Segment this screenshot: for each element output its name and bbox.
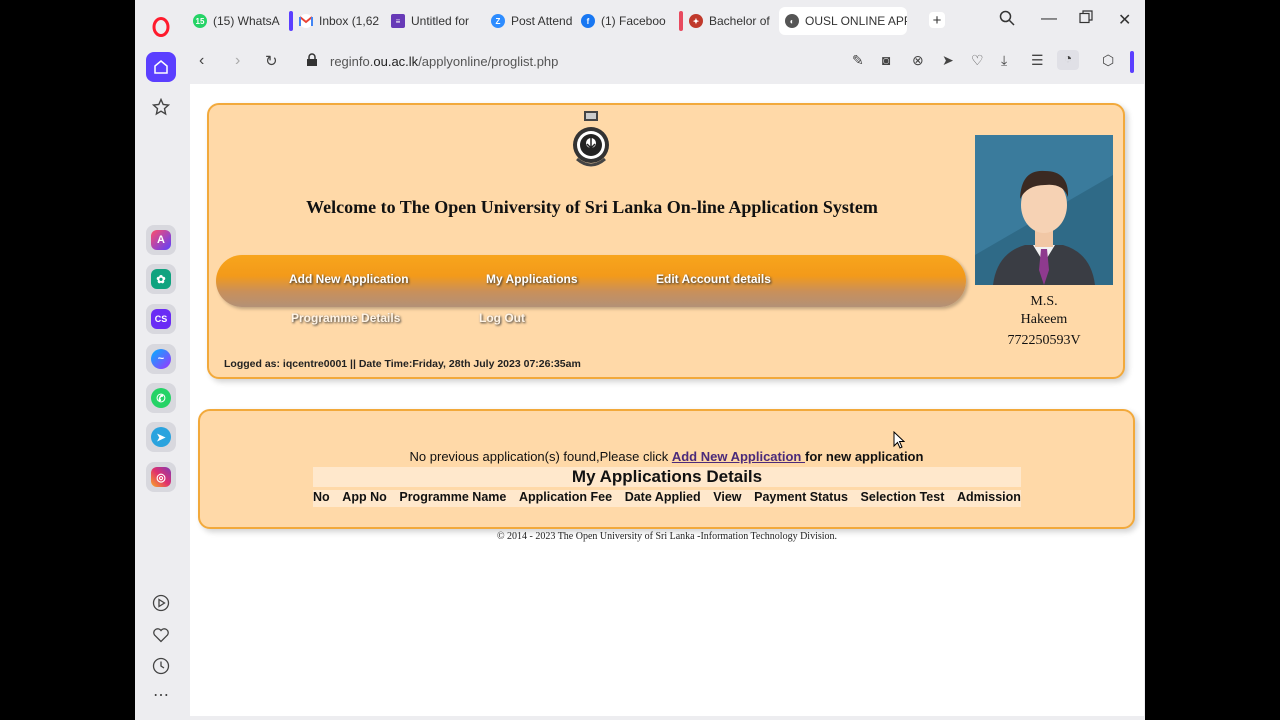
header-panel: Welcome to The Open University of Sri La… <box>207 103 1125 379</box>
university-icon: ✦ <box>689 14 703 28</box>
history-clock-icon[interactable] <box>146 651 176 681</box>
column-header: Date Applied <box>624 490 701 504</box>
tab-ousl-active[interactable]: ◐ OUSL ONLINE APPL <box>779 7 907 35</box>
gmail-icon <box>299 14 313 28</box>
tab-zoom[interactable]: Z Post Attend <box>491 7 573 35</box>
column-header: App No <box>342 490 387 504</box>
tab-label: (1) Faceboo <box>601 14 666 28</box>
tab-strip: 15 (15) WhatsA Inbox (1,62 ≡ Untitled fo… <box>185 0 1145 42</box>
chatsonic-icon[interactable]: CS <box>146 304 176 334</box>
column-header: No <box>313 490 330 504</box>
profile-name-line1: M.S. <box>1030 294 1058 309</box>
page-footer: © 2014 - 2023 The Open University of Sri… <box>496 531 838 542</box>
tab-label: Untitled for <box>411 14 470 28</box>
profile-name-line2: Hakeem <box>1020 312 1068 327</box>
instagram-icon[interactable]: ◎ <box>146 462 176 492</box>
tab-facebook[interactable]: f (1) Faceboo <box>581 7 667 35</box>
browser-window: A ✿ CS ~ ✆ ➤ ◎ ⋯ 15 (15) WhatsA Inbox (1… <box>135 0 1145 720</box>
facebook-icon: f <box>581 14 595 28</box>
url-path: /applyonline/proglist.php <box>418 54 559 69</box>
sidebar-toggle-icon[interactable] <box>1130 51 1134 73</box>
chatgpt-icon[interactable]: ✿ <box>146 264 176 294</box>
tab-gmail[interactable]: Inbox (1,62 <box>289 7 383 35</box>
address-bar: ‹ › ↻ reginfo.ou.ac.lk/applyonline/progl… <box>185 42 1145 82</box>
tab-label: OUSL ONLINE APPL <box>805 14 907 28</box>
web-page: Welcome to The Open University of Sri La… <box>190 84 1144 716</box>
logged-status: Logged as: iqcentre0001 || Date Time:Fri… <box>224 358 581 370</box>
column-header: Application Fee <box>518 490 613 504</box>
forms-icon: ≡ <box>391 14 405 28</box>
adblock-icon[interactable]: ⊗ <box>912 52 924 69</box>
search-tabs-icon[interactable] <box>999 10 1015 31</box>
minimize-icon[interactable]: — <box>1041 10 1057 28</box>
speed-dial-icon[interactable] <box>146 92 176 122</box>
column-header: Payment Status <box>754 490 848 504</box>
column-header: Admission <box>957 490 1021 504</box>
send-icon[interactable]: ➤ <box>942 52 954 69</box>
main-menu-bar: Add New Application My Applications Edit… <box>216 255 966 307</box>
snapshot-camera-icon[interactable]: ◙ <box>882 52 890 68</box>
university-crest-icon <box>573 111 609 167</box>
menu-programme-details[interactable]: Programme Details <box>291 311 400 325</box>
tab-label: (15) WhatsA <box>213 14 280 28</box>
home-icon[interactable] <box>146 52 176 82</box>
tab-group-marker <box>289 11 293 31</box>
mouse-cursor-icon <box>893 431 905 449</box>
menu-edit-account-details[interactable]: Edit Account details <box>656 272 771 286</box>
edit-icon[interactable]: ✎ <box>852 52 864 69</box>
profile-icon[interactable]: ◔ <box>1057 50 1079 70</box>
opera-menu-icon[interactable] <box>146 12 176 42</box>
opera-sidebar: A ✿ CS ~ ✆ ➤ ◎ ⋯ <box>135 0 185 720</box>
url-prefix: reginfo. <box>330 54 374 69</box>
column-header: Selection Test <box>860 490 945 504</box>
profile-name: M.S. Hakeem <box>975 293 1113 329</box>
globe-icon: ◐ <box>785 14 799 28</box>
whatsapp-icon[interactable]: ✆ <box>146 383 176 413</box>
notice-suffix: for new application <box>804 449 924 464</box>
maximize-icon[interactable] <box>1079 10 1093 29</box>
reload-icon[interactable]: ↻ <box>265 52 278 70</box>
download-icon[interactable]: ⤓ <box>1001 52 1007 69</box>
tab-group-marker <box>679 11 683 31</box>
lock-icon <box>306 53 318 72</box>
column-header: Programme Name <box>399 490 507 504</box>
tab-whatsapp[interactable]: 15 (15) WhatsA <box>193 7 281 35</box>
tab-label: Bachelor of <box>709 14 770 28</box>
tab-label: Inbox (1,62 <box>319 14 380 28</box>
telegram-icon[interactable]: ➤ <box>146 422 176 452</box>
add-new-application-link[interactable]: Add New Application <box>672 449 805 464</box>
close-icon[interactable]: ✕ <box>1118 10 1131 30</box>
easy-setup-icon[interactable]: ☰ <box>1031 52 1044 69</box>
back-icon[interactable]: ‹ <box>199 52 204 70</box>
column-header: View <box>713 490 742 504</box>
zoom-icon: Z <box>491 14 505 28</box>
menu-add-new-application[interactable]: Add New Application <box>289 272 409 286</box>
applications-details-title: My Applications Details <box>313 467 1021 487</box>
notice-prefix: No previous application(s) found,Please … <box>409 449 672 464</box>
player-icon[interactable] <box>146 588 176 618</box>
tab-label: Post Attend <box>511 14 573 28</box>
no-applications-notice: No previous application(s) found,Please … <box>200 449 1133 464</box>
bookmarks-heart-icon[interactable] <box>146 620 176 650</box>
welcome-heading: Welcome to The Open University of Sri La… <box>306 197 878 217</box>
messenger-icon[interactable]: ~ <box>146 344 176 374</box>
applications-panel: No previous application(s) found,Please … <box>198 409 1135 529</box>
url-field[interactable]: reginfo.ou.ac.lk/applyonline/proglist.ph… <box>330 54 558 69</box>
profile-nic: 772250593V <box>1007 333 1081 348</box>
avatar <box>975 135 1113 285</box>
menu-my-applications[interactable]: My Applications <box>486 272 578 286</box>
extensions-cube-icon[interactable]: ⬡ <box>1102 52 1114 69</box>
url-domain: ou.ac.lk <box>373 54 419 69</box>
forward-icon[interactable]: › <box>235 52 240 70</box>
aria-icon[interactable]: A <box>146 225 176 255</box>
new-tab-plus-icon[interactable]: + <box>929 12 945 29</box>
whatsapp-icon: 15 <box>193 14 207 28</box>
tab-bachelor[interactable]: ✦ Bachelor of <box>679 7 773 35</box>
heart-icon[interactable]: ♡ <box>971 52 984 69</box>
tab-forms[interactable]: ≡ Untitled for <box>391 7 483 35</box>
more-dots-icon[interactable]: ⋯ <box>146 680 176 710</box>
applications-table-header: No App No Programme Name Application Fee… <box>313 490 1021 507</box>
menu-log-out[interactable]: Log Out <box>479 311 525 325</box>
